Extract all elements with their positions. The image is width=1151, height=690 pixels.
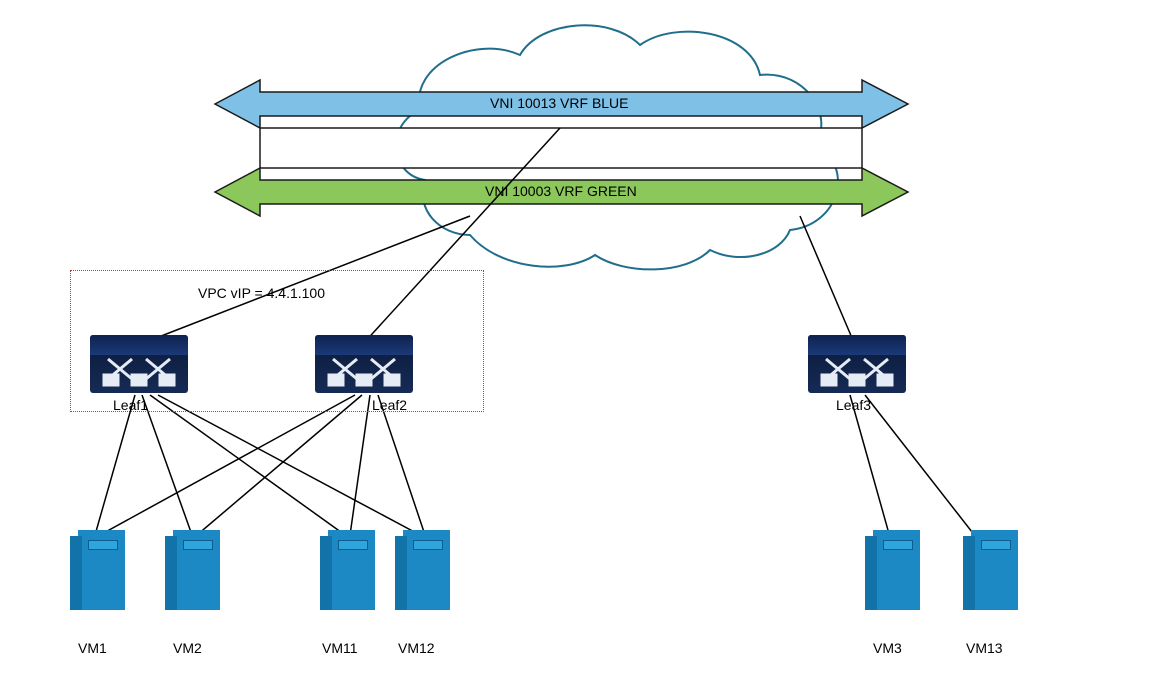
link-leaf1-vm2	[142, 395, 192, 535]
switch-leaf3	[808, 335, 906, 393]
banner-gap	[260, 128, 862, 168]
server-vm3	[865, 530, 920, 610]
switch-fabric-icon	[90, 335, 188, 393]
switch-fabric-icon	[315, 335, 413, 393]
server-vm11	[320, 530, 375, 610]
link-cloud-leaf3	[800, 216, 855, 345]
switch-leaf2	[315, 335, 413, 393]
server-vm1	[70, 530, 125, 610]
link-leaf2-vm2	[197, 395, 362, 535]
link-leaf2-vm12	[378, 395, 425, 535]
link-leaf1-vm1	[95, 395, 135, 535]
server-vm12	[395, 530, 450, 610]
switch-leaf1	[90, 335, 188, 393]
link-leaf2-vm11	[350, 395, 370, 535]
switch-fabric-icon	[808, 335, 906, 393]
link-leaf1-vm12	[158, 395, 420, 535]
server-vm2	[165, 530, 220, 610]
vni-green-banner	[215, 168, 908, 216]
server-vm13	[963, 530, 1018, 610]
